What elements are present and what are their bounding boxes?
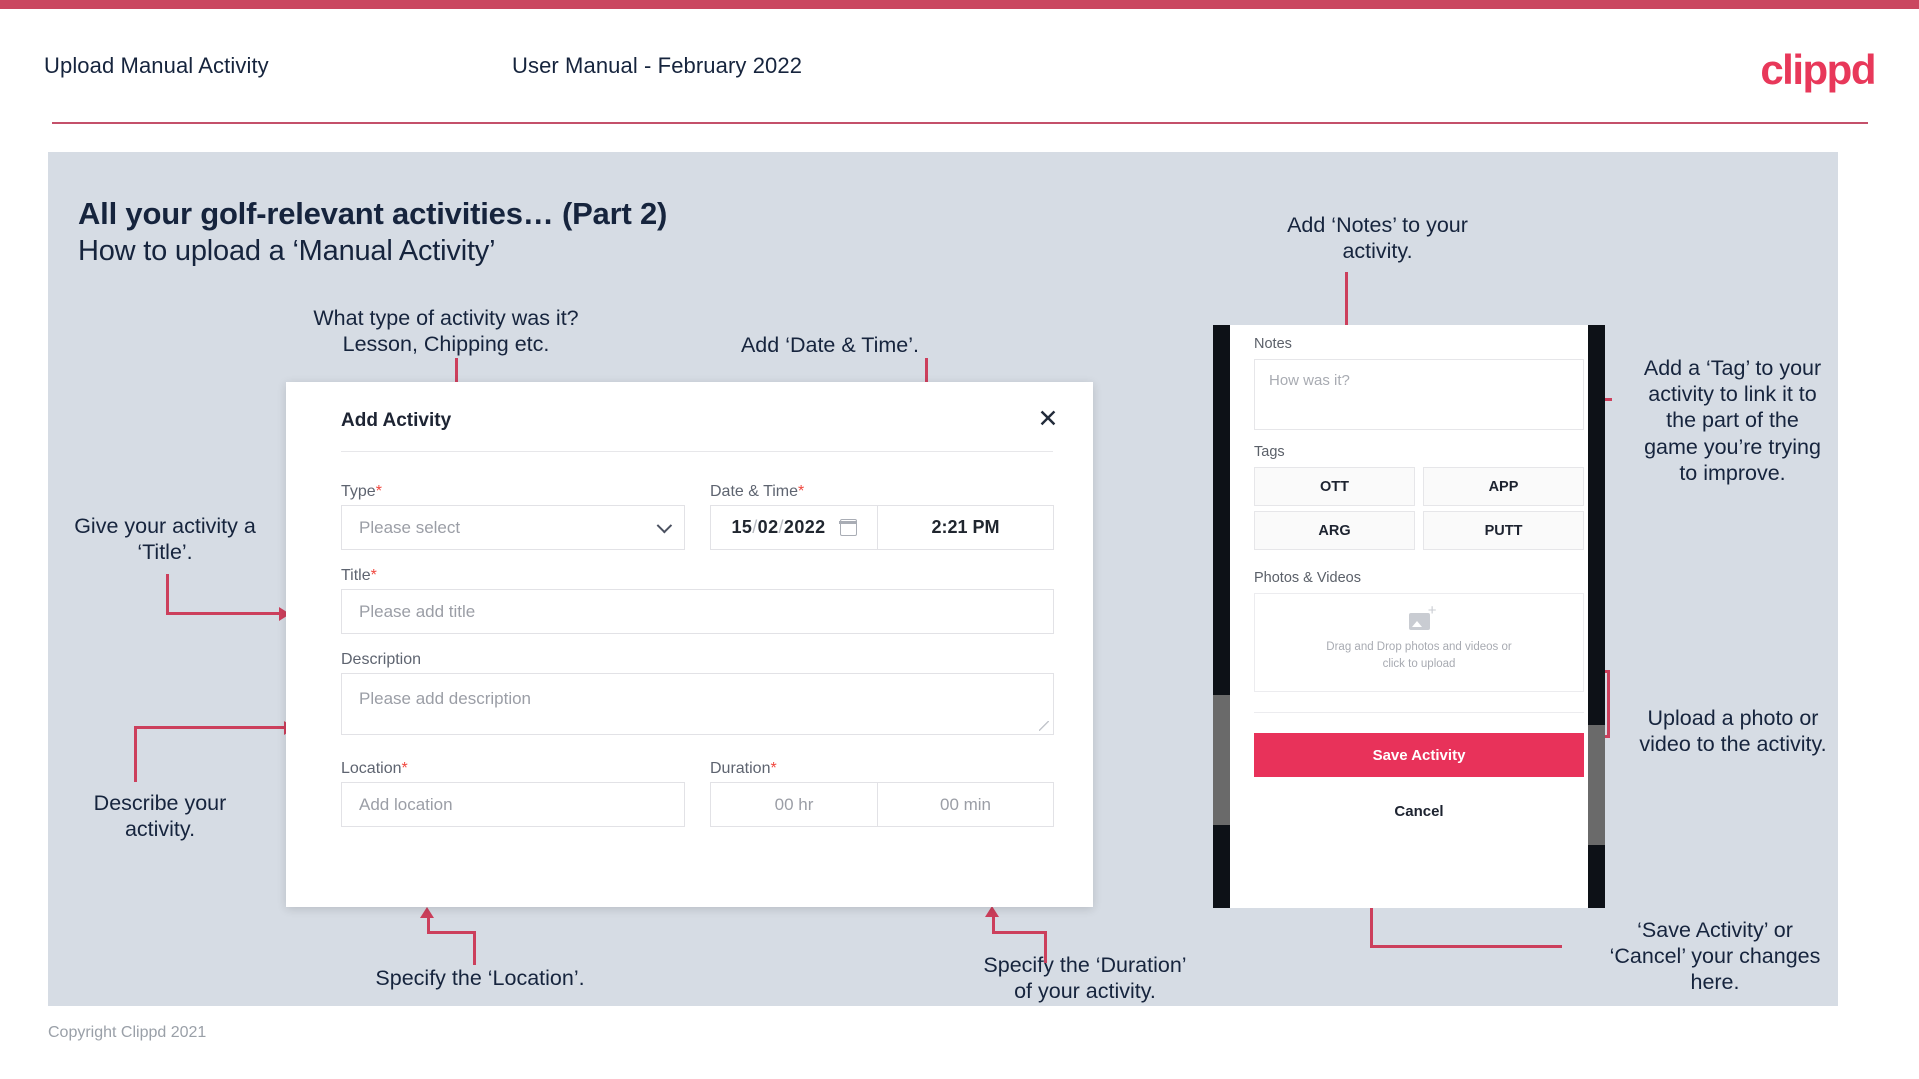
resize-grip-icon[interactable] (1039, 721, 1049, 731)
time-value: 2:21 PM (931, 517, 1000, 537)
title-placeholder: Please add title (359, 601, 476, 621)
slide-root: Upload Manual Activity User Manual - Feb… (0, 0, 1919, 1079)
date-day: 15 (731, 517, 753, 537)
cancel-button[interactable]: Cancel (1254, 791, 1584, 831)
title-input[interactable]: Please add title (341, 589, 1054, 634)
calendar-icon[interactable] (838, 519, 857, 536)
tag-button-arg[interactable]: ARG (1254, 511, 1415, 550)
annotation-title: Give your activity a ‘Title’. (74, 514, 256, 565)
location-required: * (401, 760, 408, 777)
connector-dur-v (1044, 931, 1047, 963)
connector-title-v (166, 574, 169, 615)
tag-button-putt[interactable]: PUTT (1423, 511, 1584, 550)
phone-divider (1254, 712, 1584, 713)
page-subtitle: How to upload a ‘Manual Activity’ (78, 235, 496, 267)
top-accent-bar (0, 0, 1919, 9)
location-input[interactable]: Add location (341, 782, 685, 827)
annotation-tags: Add a ‘Tag’ to your activity to link it … (1643, 356, 1822, 485)
annotation-notes: Add ‘Notes’ to your activity. (1287, 213, 1468, 264)
annotation-description: Describe your activity. (93, 791, 227, 842)
duration-label: Duration* (710, 760, 777, 778)
notes-textarea[interactable]: How was it? (1254, 359, 1584, 430)
connector-dur-v2 (992, 917, 995, 934)
date-value: 15/02/2022 (731, 517, 825, 538)
dialog-title: Add Activity (341, 410, 452, 431)
type-label: Type* (341, 483, 382, 501)
location-label-text: Location (341, 760, 402, 777)
phone-button-right (1588, 725, 1605, 845)
type-label-text: Type (341, 483, 376, 500)
description-textarea[interactable]: Please add description (341, 673, 1054, 735)
close-icon[interactable]: ✕ (1031, 402, 1065, 436)
datetime-required: * (798, 483, 805, 500)
arrow-location (420, 907, 434, 918)
add-activity-dialog: Add Activity ✕ Type* Please select Date … (286, 382, 1093, 907)
annotation-type: What type of activity was it? Lesson, Ch… (313, 306, 579, 357)
annotation-upload: Upload a photo or video to the activity. (1639, 706, 1827, 757)
save-activity-button[interactable]: Save Activity (1254, 733, 1584, 777)
description-label: Description (341, 651, 422, 668)
annotation-location: Specify the ‘Location’. (375, 966, 585, 990)
phone-screen: Notes How was it? Tags OTT APP ARG PUTT … (1230, 325, 1588, 908)
type-select[interactable]: Please select (341, 505, 685, 550)
tags-label: Tags (1254, 444, 1285, 460)
notes-placeholder: How was it? (1269, 372, 1350, 389)
description-placeholder: Please add description (359, 689, 532, 708)
chevron-down-icon (656, 517, 673, 533)
time-input[interactable]: 2:21 PM (877, 505, 1054, 550)
title-label: Title* (341, 567, 377, 585)
arrow-duration (985, 906, 999, 917)
connector-loc-h (427, 931, 476, 934)
header-divider (52, 122, 1868, 124)
connector-loc-v2 (427, 918, 430, 934)
tag-button-ott[interactable]: OTT (1254, 467, 1415, 506)
date-year: 2022 (783, 517, 826, 537)
date-month: 02 (757, 517, 779, 537)
header-title: Upload Manual Activity (44, 53, 269, 78)
duration-minutes-placeholder: 00 min (939, 794, 992, 814)
page-header: Upload Manual Activity User Manual - Feb… (0, 9, 1919, 122)
annotation-duration: Specify the ‘Duration’ of your activity. (983, 953, 1187, 1004)
page-title: All your golf-relevant activities… (Part… (78, 196, 668, 231)
duration-minutes-input[interactable]: 00 min (877, 782, 1054, 827)
phone-mockup: Notes How was it? Tags OTT APP ARG PUTT … (1213, 325, 1605, 908)
type-placeholder: Please select (359, 517, 461, 537)
date-input[interactable]: 15/02/2022 (710, 505, 878, 550)
photos-videos-label: Photos & Videos (1254, 570, 1361, 586)
connector-save-h (1370, 945, 1562, 948)
annotation-save-cancel: ‘Save Activity’ or ‘Cancel’ your changes… (1609, 918, 1821, 995)
header-subtitle: User Manual - February 2022 (512, 53, 803, 78)
annotation-datetime: Add ‘Date & Time’. (740, 333, 920, 357)
type-required: * (375, 483, 382, 500)
connector-title-h (166, 612, 281, 615)
dialog-divider (341, 451, 1053, 452)
phone-button-left (1213, 695, 1230, 825)
dropzone-text: Drag and Drop photos and videos or click… (1326, 640, 1512, 670)
footer-copyright: Copyright Clippd 2021 (48, 1024, 207, 1041)
duration-hours-input[interactable]: 00 hr (710, 782, 878, 827)
duration-label-text: Duration (710, 760, 771, 777)
duration-required: * (770, 760, 777, 777)
location-label: Location* (341, 760, 408, 778)
notes-label: Notes (1254, 336, 1292, 352)
title-label-text: Title (341, 567, 371, 584)
tag-button-app[interactable]: APP (1423, 467, 1584, 506)
datetime-label: Date & Time* (710, 483, 804, 501)
connector-upl-v (1607, 670, 1610, 738)
photo-dropzone[interactable]: Drag and Drop photos and videos or click… (1254, 593, 1584, 692)
add-image-icon (1408, 603, 1437, 630)
title-required: * (370, 567, 377, 584)
location-placeholder: Add location (359, 794, 453, 814)
connector-desc-h (134, 726, 286, 729)
duration-hours-placeholder: 00 hr (774, 794, 814, 814)
connector-loc-v (473, 931, 476, 965)
connector-dur-h (992, 931, 1047, 934)
clippd-logo: clippd (1760, 46, 1876, 93)
datetime-label-text: Date & Time (710, 483, 799, 500)
connector-desc-v (134, 726, 137, 782)
